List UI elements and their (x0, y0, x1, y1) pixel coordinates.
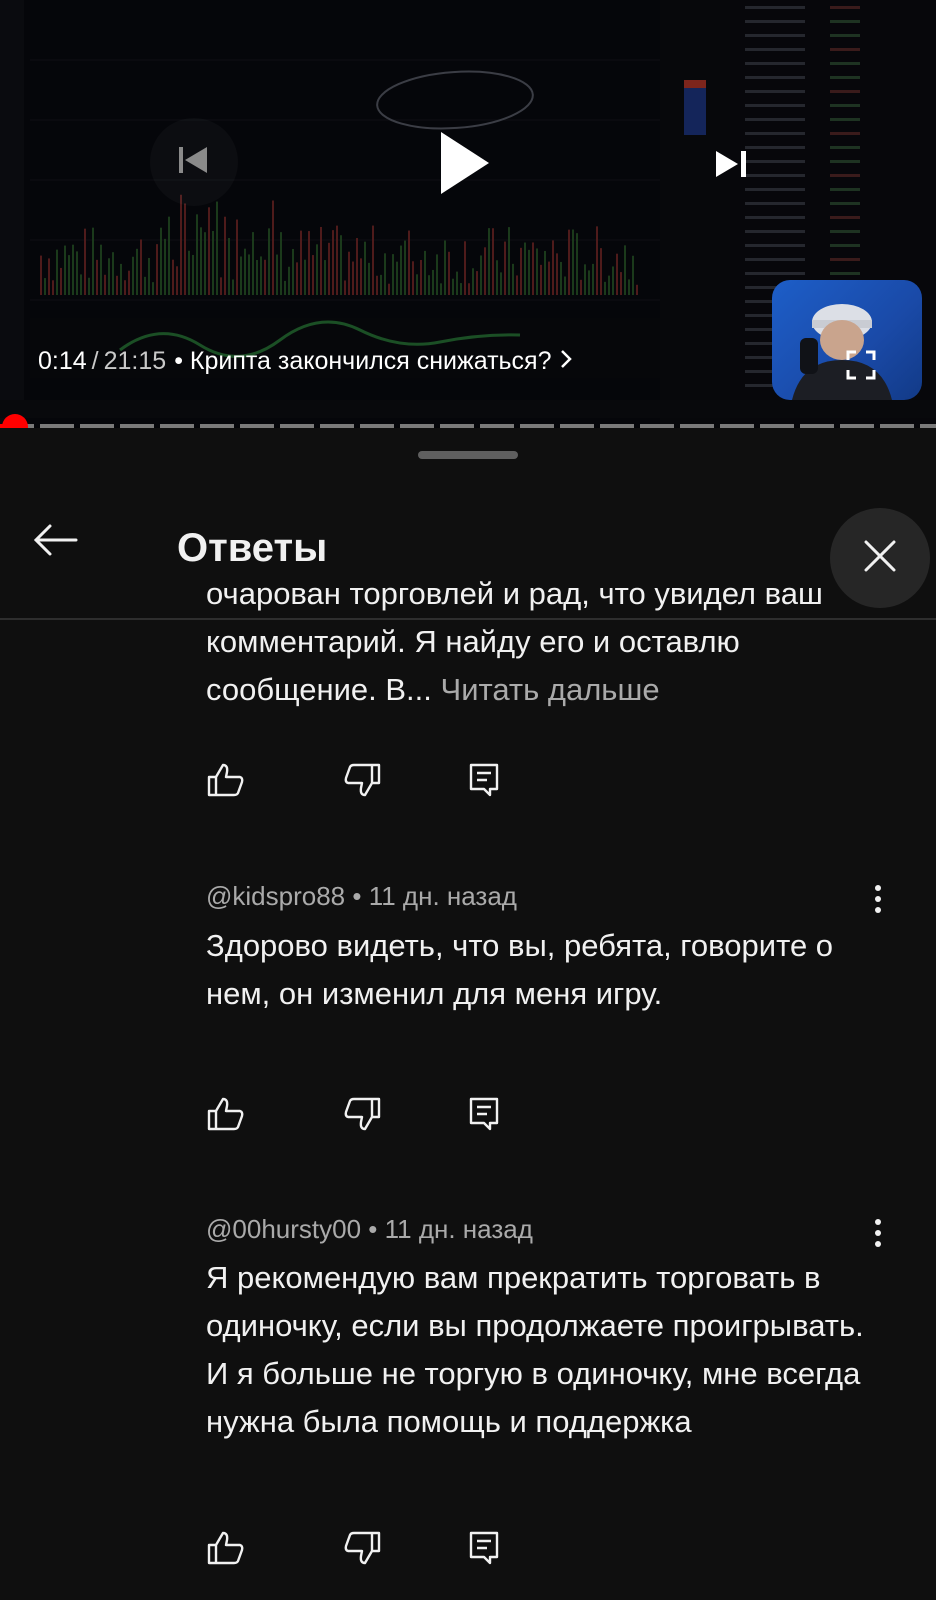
comment-author[interactable]: @00hursty00 (206, 1214, 361, 1244)
thumb-up-icon (207, 1097, 245, 1136)
like-button[interactable] (204, 1528, 248, 1572)
thumb-down-icon (343, 1531, 381, 1570)
next-button[interactable] (696, 126, 766, 206)
drag-handle[interactable] (418, 451, 518, 459)
reply-button[interactable] (462, 1528, 506, 1572)
back-button[interactable] (30, 520, 90, 580)
play-icon (439, 130, 491, 201)
dislike-button[interactable] (340, 1094, 384, 1138)
comment-text: Здорово видеть, что вы, ребята, говорите… (206, 928, 834, 1011)
comment-author[interactable]: @kidspro88 (206, 881, 345, 911)
reply-icon (468, 1530, 500, 1571)
thumb-down-icon (343, 1097, 381, 1136)
skip-previous-icon (177, 145, 211, 180)
replies-panel: Ответы очарован торговлей и рад, что уви… (0, 428, 936, 1600)
comment-meta: @00hursty00 • 11 дн. назад (206, 1214, 533, 1245)
more-vert-icon (874, 1218, 882, 1253)
like-button[interactable] (204, 1094, 248, 1138)
player-time-row[interactable]: 0:14 / 21:15 • Крипта закончился снижать… (38, 347, 572, 376)
comment-actions (200, 1094, 520, 1144)
comment-meta: @kidspro88 • 11 дн. назад (206, 881, 517, 912)
more-vert-icon (874, 884, 882, 919)
more-options-button[interactable] (858, 876, 898, 926)
comment-actions (200, 1528, 520, 1578)
play-button[interactable] (400, 110, 530, 220)
more-options-button[interactable] (858, 1210, 898, 1260)
dislike-button[interactable] (340, 1528, 384, 1572)
previous-button[interactable] (150, 118, 238, 206)
fullscreen-button[interactable] (846, 350, 876, 380)
like-button[interactable] (204, 760, 248, 804)
read-more-link[interactable]: Читать дальше (441, 672, 660, 707)
reply-icon (468, 762, 500, 803)
video-player[interactable]: 0:14 / 21:15 • Крипта закончился снижать… (0, 0, 936, 428)
chevron-right-icon (560, 348, 572, 376)
reply-button[interactable] (462, 1094, 506, 1138)
comment-text: очарован торговлей и рад, что увидел ваш… (206, 570, 886, 714)
video-title[interactable]: • Крипта закончился снижаться? (174, 347, 551, 376)
arrow-left-icon (30, 524, 80, 564)
comment-time: • 11 дн. назад (352, 881, 517, 911)
video-duration: 21:15 (103, 347, 167, 375)
thumb-up-icon (207, 763, 245, 802)
thumb-up-icon (207, 1531, 245, 1570)
thumb-down-icon (343, 763, 381, 802)
reply-icon (468, 1096, 500, 1137)
comment-actions (200, 760, 520, 810)
panel-title: Ответы (177, 526, 328, 570)
fullscreen-icon (846, 350, 876, 384)
dislike-button[interactable] (340, 760, 384, 804)
comment-text: Я рекомендую вам прекратить торговать в … (206, 1260, 864, 1439)
time-separator: / (91, 347, 99, 375)
current-time: 0:14 (38, 347, 87, 375)
skip-next-icon (714, 149, 748, 184)
reply-button[interactable] (462, 760, 506, 804)
comment-time: • 11 дн. назад (368, 1214, 533, 1244)
